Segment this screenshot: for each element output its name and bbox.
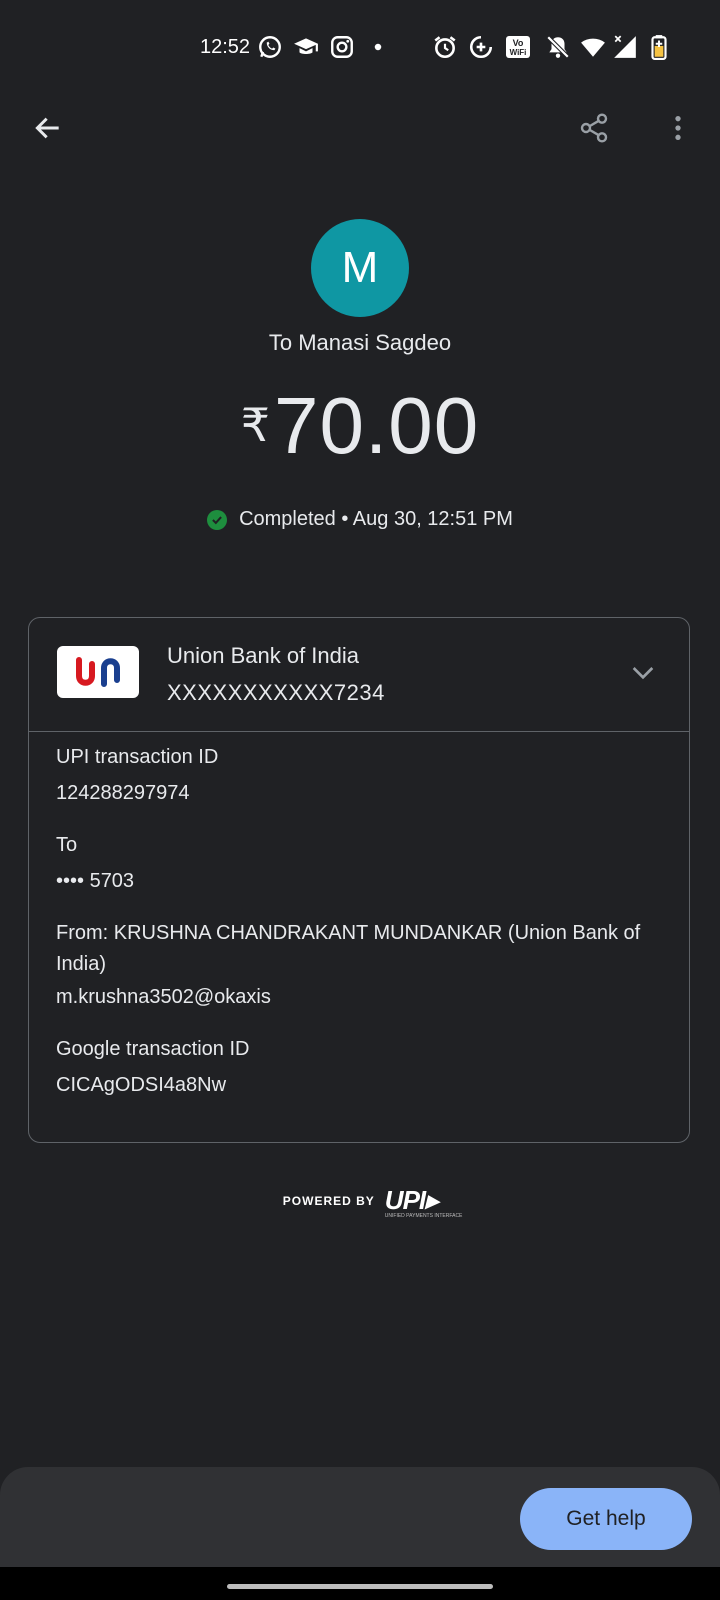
- bank-account-row[interactable]: Union Bank of India XXXXXXXXXXX7234: [29, 618, 689, 732]
- battery-icon: [646, 34, 672, 60]
- vowifi-icon: Vo WiFi: [505, 34, 531, 60]
- more-vert-icon: [675, 116, 681, 140]
- avatar: M: [311, 219, 409, 317]
- dot-icon: [365, 34, 391, 60]
- data-saver-icon: [468, 34, 494, 60]
- to-value: •••• 5703: [56, 870, 135, 892]
- union-bank-logo: [57, 646, 139, 698]
- graduation-cap-icon: [293, 34, 319, 60]
- check-circle-icon: [207, 509, 228, 530]
- bank-name: Union Bank of India: [167, 643, 360, 668]
- google-transaction-id-label: Google transaction ID: [56, 1038, 250, 1060]
- to-label: To: [56, 834, 78, 856]
- arrow-left-icon: [35, 117, 59, 139]
- get-help-button[interactable]: Get help: [520, 1488, 692, 1550]
- mute-icon: [545, 34, 571, 60]
- payee-name: To Manasi Sagdeo: [268, 330, 452, 355]
- whatsapp-icon: [257, 34, 283, 60]
- app-bar: [0, 96, 720, 160]
- transaction-details-card: Union Bank of India XXXXXXXXXXX7234 UPI …: [28, 617, 690, 1143]
- amount-value: 70.00: [274, 381, 480, 470]
- more-options-button[interactable]: [654, 104, 702, 152]
- signal-icon: [612, 34, 638, 60]
- from-value: m.krushna3502@okaxis: [56, 986, 271, 1008]
- svg-text:WiFi: WiFi: [510, 48, 527, 57]
- wifi-icon: [580, 34, 606, 60]
- instagram-icon: [329, 34, 355, 60]
- upi-logo: UPI▸ UNIFIED PAYMENTS INTERFACE: [384, 1185, 463, 1219]
- transaction-status: Completed • Aug 30, 12:51 PM: [0, 508, 720, 531]
- share-button[interactable]: [570, 104, 618, 152]
- currency-symbol: ₹: [240, 399, 271, 451]
- upi-transaction-id-label: UPI transaction ID: [56, 746, 219, 768]
- alarm-icon: [432, 34, 458, 60]
- upi-transaction-id-value: 124288297974: [56, 782, 190, 804]
- bank-account-number: XXXXXXXXXXX7234: [167, 680, 385, 705]
- status-time: 12:52: [200, 36, 251, 58]
- from-label: From: KRUSHNA CHANDRAKANT MUNDANKAR (Uni…: [56, 922, 641, 975]
- chevron-down-icon[interactable]: [627, 656, 659, 688]
- back-button[interactable]: [24, 104, 72, 152]
- powered-by-upi: POWERED BY UPI▸ UNIFIED PAYMENTS INTERFAC…: [0, 1185, 720, 1219]
- status-bar: 12:52 Vo WiFi: [0, 0, 720, 96]
- status-text: Completed • Aug 30, 12:51 PM: [239, 508, 513, 530]
- google-transaction-id-value: CICAgODSI4a8Nw: [56, 1074, 227, 1096]
- powered-by-label: POWERED BY: [282, 1193, 375, 1208]
- svg-text:Vo: Vo: [513, 38, 524, 48]
- amount: ₹70.00: [0, 380, 720, 472]
- home-gesture-handle[interactable]: [227, 1584, 493, 1589]
- share-icon: [580, 113, 608, 143]
